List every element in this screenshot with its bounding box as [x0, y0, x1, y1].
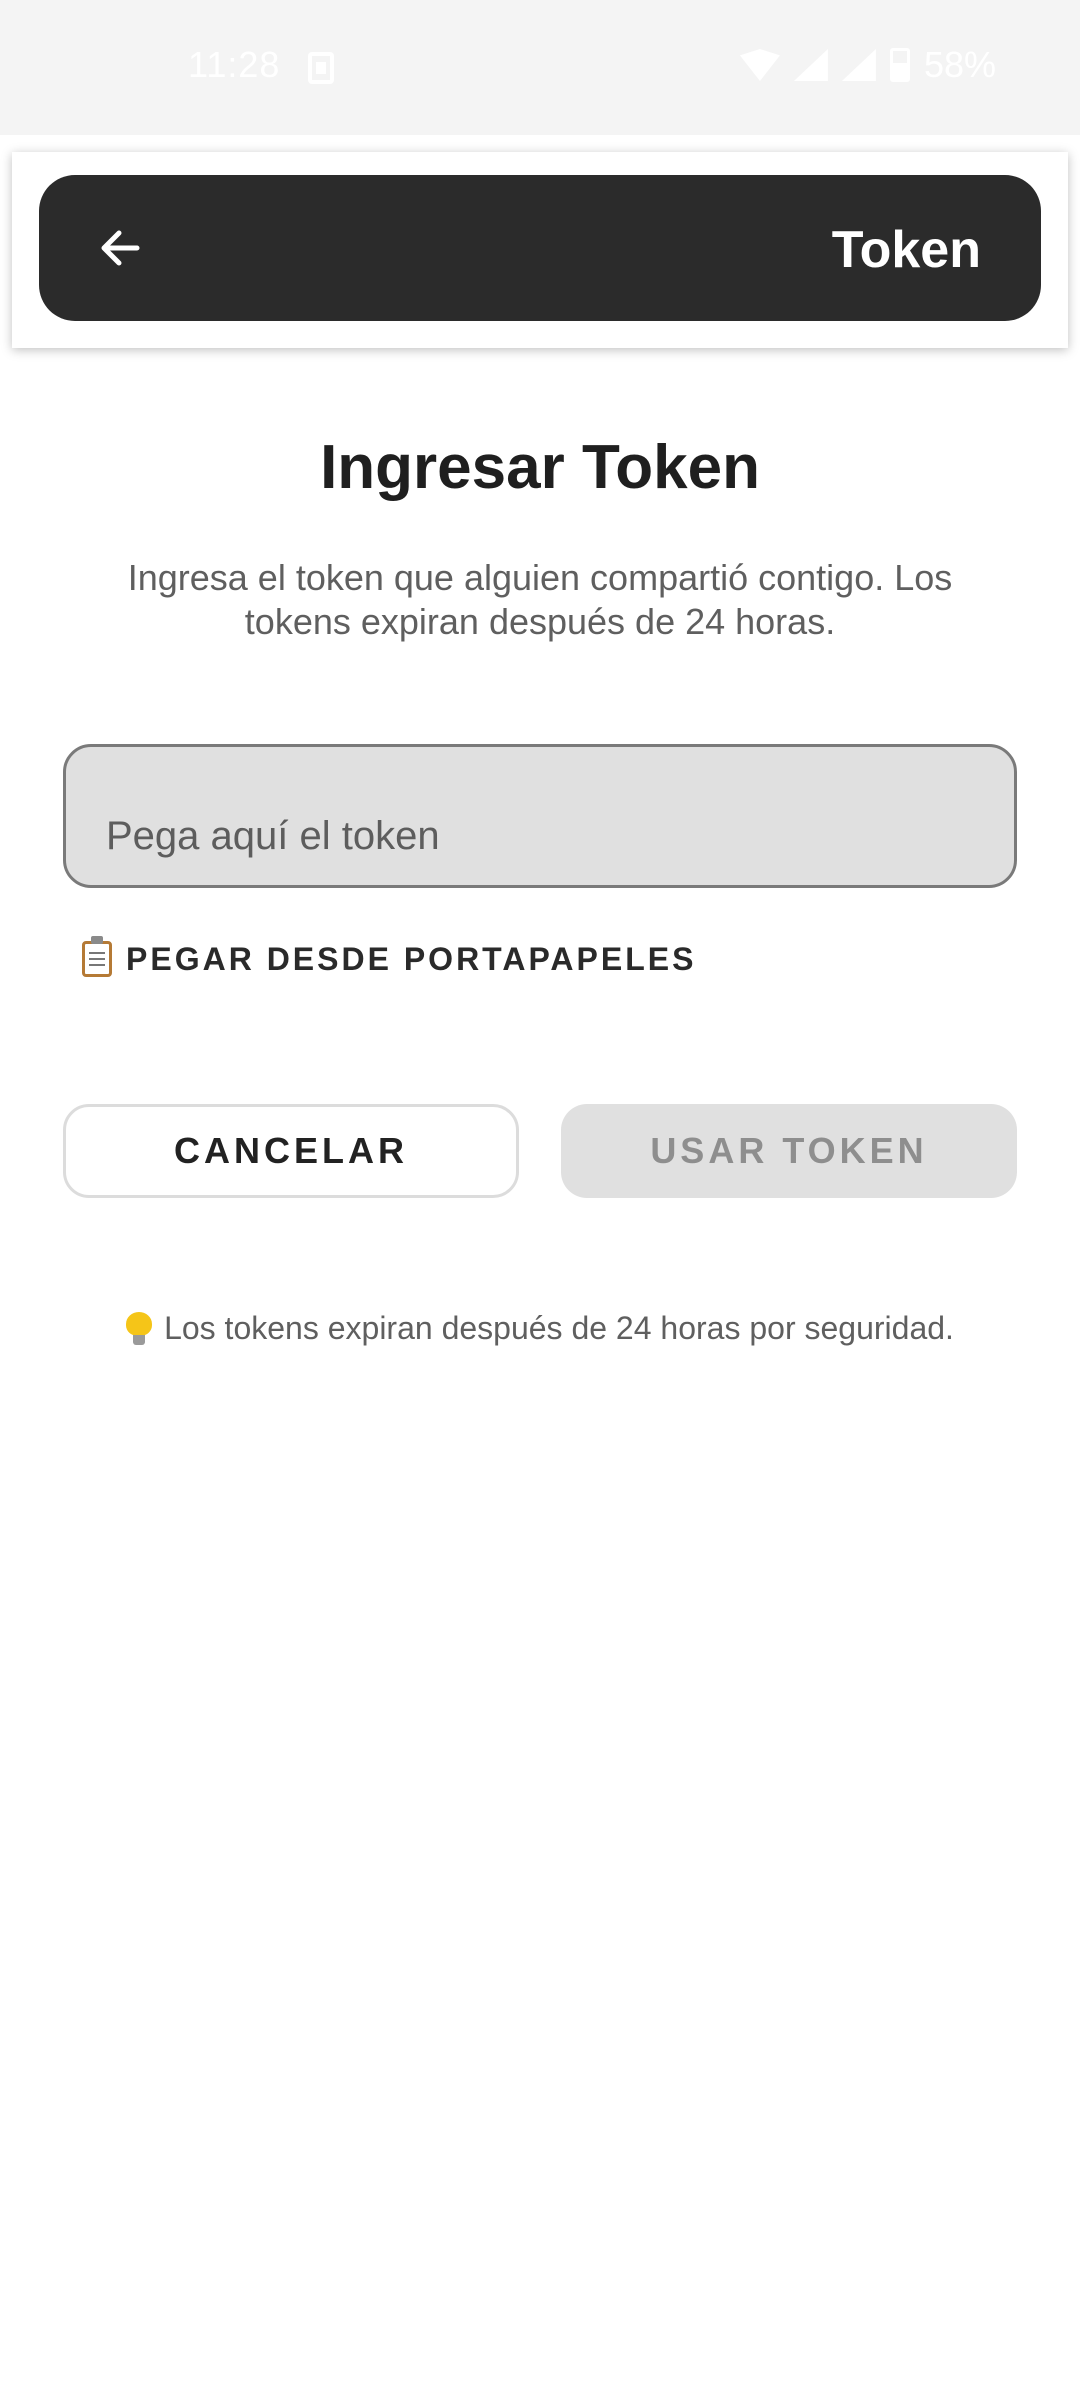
arrow-left-icon[interactable] — [95, 223, 145, 273]
app-bar-title: Token — [831, 221, 981, 279]
status-time: 11:28 — [188, 44, 281, 85]
clipboard-icon — [82, 936, 112, 977]
lightbulb-bulb — [126, 1311, 153, 1336]
status-bar: 11:28 58% — [0, 0, 1080, 135]
app-bar: Token — [39, 175, 1041, 321]
wifi-icon — [739, 49, 780, 81]
back-arrow-svg — [101, 230, 140, 266]
info-note: Los tokens expiran después de 24 horas p… — [0, 1310, 1080, 1347]
battery-percentage: 58% — [923, 44, 996, 85]
status-indicators: 58% — [739, 44, 996, 86]
cell-signal-icon — [793, 49, 828, 81]
paste-from-clipboard-button[interactable]: PEGAR DESDE PORTAPAPELES — [82, 934, 696, 984]
paste-button-label: PEGAR DESDE PORTAPAPELES — [126, 940, 697, 977]
lightbulb-base — [133, 1334, 146, 1345]
lightbulb-icon — [126, 1311, 153, 1346]
page-description: Ingresa el token que alguien compartió c… — [127, 557, 953, 642]
token-input[interactable] — [63, 744, 1017, 888]
page-title: Ingresar Token — [320, 433, 760, 502]
info-note-text: Los tokens expiran después de 24 horas p… — [164, 1310, 954, 1346]
sim-card-icon — [308, 52, 334, 84]
cancel-button[interactable]: CANCELAR — [63, 1104, 519, 1198]
battery-icon — [889, 48, 910, 82]
cell-signal-icon-2 — [841, 49, 876, 81]
use-token-button[interactable]: USAR TOKEN — [561, 1104, 1017, 1198]
app-bar-container: Token — [12, 152, 1068, 348]
